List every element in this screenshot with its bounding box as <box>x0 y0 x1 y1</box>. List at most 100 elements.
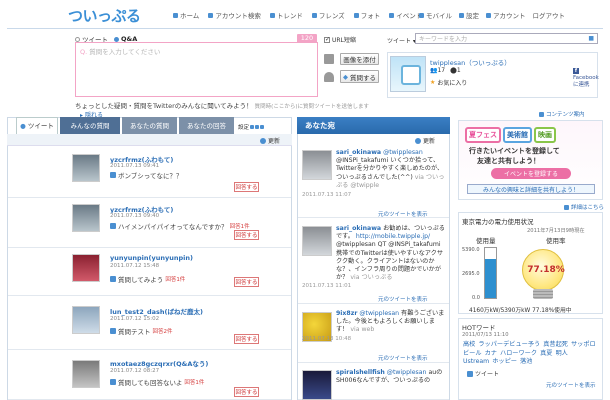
banner-line: 行きたいイベントを登録して <box>469 147 560 155</box>
hot-word[interactable]: 落池 <box>520 358 532 365</box>
question-text[interactable]: ハイメンパイパイオってなんですか？ 回答1件 <box>110 221 250 231</box>
column-subbar <box>7 134 292 146</box>
answer-button[interactable]: 回答する <box>234 387 259 397</box>
star-icon: ★ <box>430 79 436 86</box>
avatar[interactable] <box>72 360 100 388</box>
show-original-link[interactable]: 元のツイートを表示 <box>378 210 428 218</box>
answer-button[interactable]: 回答する <box>234 334 259 344</box>
question-author[interactable]: lun_test2_dash(ばねだ鹿太) <box>110 306 203 316</box>
usage-bar <box>484 247 497 299</box>
event-banner[interactable]: 夏フェス 美術館 映画 行きたいイベントを登録して 友達と共有しよう！ イベント… <box>458 120 603 200</box>
banner-tags: 夏フェス 美術館 映画 <box>465 127 556 143</box>
question-input[interactable]: Q. 質問を入力してください <box>75 42 318 97</box>
radio-icon <box>75 36 80 42</box>
stat-followers[interactable]: ⬤1 <box>450 67 461 74</box>
tweet-text: 9ix8zr @twipplesan 有難うございました。今後ともよろしくお願い… <box>336 310 445 334</box>
nav-trend[interactable]: トレンド <box>269 10 303 20</box>
hot-word[interactable]: カナ <box>485 350 497 357</box>
hot-title: HOTワード <box>462 324 496 332</box>
avatar[interactable] <box>302 150 332 180</box>
question-text[interactable]: 質問してみよう 回答1件 <box>110 274 185 284</box>
banner-line: 友達と共有しよう！ <box>477 157 540 165</box>
hot-word[interactable]: ハローワーク <box>500 350 537 357</box>
helper-text: ちょっとした疑問・質問をTwitterのみんなに聞いてみよう！ 質問時(ここから… <box>75 102 369 110</box>
question-author[interactable]: yunyunpin(yunyunpin) <box>110 254 193 262</box>
show-original-link[interactable]: 元のツイートを表示 <box>378 354 428 362</box>
question-text[interactable]: ボンブシってなに？？ <box>110 170 182 180</box>
nav-photo[interactable]: フォト <box>353 10 380 20</box>
profile-name[interactable]: twipplesan（ついっぷる） <box>430 57 511 67</box>
account-icon <box>486 12 491 18</box>
hot-word[interactable]: 高校 <box>463 341 475 348</box>
radio-selected-icon <box>114 36 119 42</box>
tab-your-questions[interactable]: あなたの質問 <box>122 117 177 134</box>
tweet-icon <box>467 370 473 377</box>
facebook-connect[interactable]: fFacebook に連携 <box>573 68 599 89</box>
rate-label: 使用率 <box>546 237 566 245</box>
nav-event[interactable]: イベント <box>389 10 422 20</box>
answer-button[interactable]: 回答する <box>234 230 259 240</box>
search-label: ツイート ▾ <box>387 38 416 45</box>
avatar[interactable] <box>72 154 100 182</box>
content-guide-link[interactable]: コンテンツ案内 <box>539 110 585 118</box>
avatar[interactable] <box>72 254 100 282</box>
hot-word[interactable]: Ustream <box>463 358 489 365</box>
ask-button[interactable]: ◆ 質問する <box>340 70 379 83</box>
hot-word[interactable]: 真夏 <box>540 350 552 357</box>
nav-mobile[interactable]: モバイル <box>419 10 452 20</box>
show-original-link[interactable]: 元のツイートを表示 <box>546 381 596 389</box>
search-icon[interactable]: ■ <box>588 35 594 42</box>
mid-update-button[interactable]: 更新 <box>415 136 435 145</box>
hot-word[interactable]: ラッパーデビュー予う <box>478 341 540 348</box>
nav-settings[interactable]: 設定 <box>459 10 479 20</box>
hot-word-list: 高校 ラッパーデビュー予う 真昔起死 サッポロビール カナ ハローワーク 真夏 明人Ustre… <box>463 341 599 367</box>
hot-tweet-link[interactable]: ツイート <box>467 369 499 378</box>
tab-your-answers[interactable]: あなたの回答 <box>179 117 234 134</box>
question-icon <box>110 276 116 282</box>
nav-friends[interactable]: フレンズ <box>311 10 345 20</box>
avatar[interactable] <box>72 204 100 232</box>
left-update-button[interactable]: 更新 <box>260 136 280 145</box>
question-date: 2011.07.13 09:40 <box>110 213 160 219</box>
question-text[interactable]: 質問テスト 回答2件 <box>110 326 173 336</box>
app-logo[interactable]: ついっぷる <box>68 5 141 26</box>
hot-word[interactable]: 明人 <box>555 350 567 357</box>
tab-everyone-questions[interactable]: みんなの質問 <box>60 117 120 134</box>
column-settings[interactable]: 設定 <box>238 123 265 131</box>
avatar[interactable] <box>302 226 332 256</box>
avatar[interactable] <box>72 306 100 334</box>
hot-word[interactable]: 真昔起死 <box>543 341 568 348</box>
question-icon: ◆ <box>343 72 348 81</box>
avatar[interactable] <box>390 56 426 92</box>
hot-word[interactable]: ホッピー <box>492 358 517 365</box>
nav-account[interactable]: アカウント <box>486 10 526 20</box>
refresh-icon <box>260 137 266 144</box>
facebook-icon: f <box>573 68 579 74</box>
usage-label: 使用量 <box>476 237 496 245</box>
lightbulb-base-icon <box>533 289 553 299</box>
keyword-search-input[interactable]: キーワードを入力 ■ <box>415 33 598 44</box>
answer-count-badge: 回答1件 <box>184 380 205 386</box>
url-shorten-toggle[interactable]: URL短縮 <box>324 35 356 44</box>
favorites-link[interactable]: ★ お気に入り <box>430 78 467 87</box>
stat-following[interactable]: 👥17 <box>430 67 445 74</box>
checkbox-icon[interactable] <box>324 36 330 43</box>
mentions-header: あなた宛 <box>297 117 450 134</box>
arrow-icon <box>564 204 569 210</box>
answer-button[interactable]: 回答する <box>234 277 259 287</box>
question-author[interactable]: mxotaez8gczqrxr(Q&Aなう) <box>110 358 208 368</box>
banner-footer: みんなの興味と詳細を共有しよう！ <box>467 184 595 194</box>
show-original-link[interactable]: 元のツイートを表示 <box>378 295 428 303</box>
attach-image-button[interactable]: 画像を添付 <box>340 53 379 65</box>
question-date: 2011.07.12 15:48 <box>110 263 160 269</box>
avatar[interactable] <box>302 370 332 400</box>
tweet-date: 2011.07.13 10:48 <box>302 336 352 342</box>
tab-tweet[interactable]: ● ツイート <box>16 117 58 134</box>
register-event-button[interactable]: イベントを登録する <box>491 168 571 179</box>
question-text[interactable]: 質問しても回答ないよ 回答1件 <box>110 377 204 387</box>
answer-button[interactable]: 回答する <box>234 182 259 192</box>
nav-home[interactable]: ホーム <box>173 10 199 20</box>
detail-link[interactable]: 詳細はこちら <box>564 203 604 211</box>
nav-logout[interactable]: ログアウト <box>533 10 566 20</box>
nav-account-search[interactable]: アカウント検索 <box>208 10 261 20</box>
